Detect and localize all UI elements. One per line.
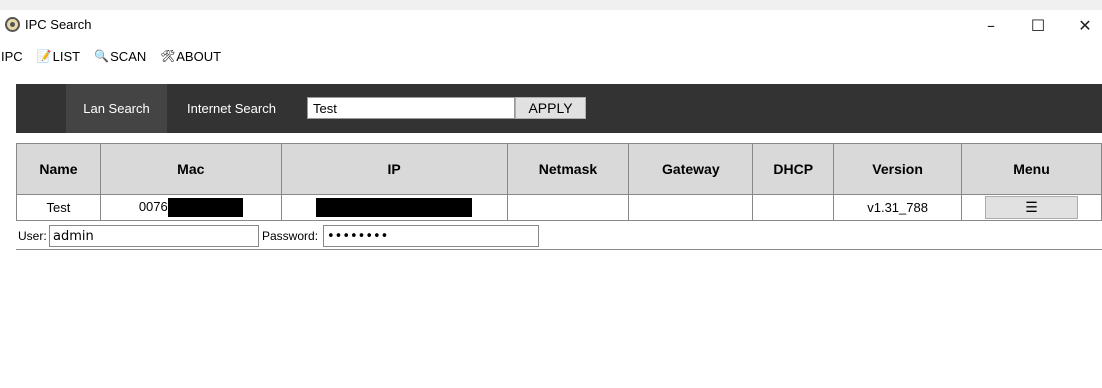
cell-name: Test — [16, 194, 101, 221]
cell-menu: ☰ — [961, 194, 1102, 221]
title-bar: IPC Search – ☐ ✕ — [0, 10, 1102, 40]
tools-icon: 🛠 — [160, 49, 176, 63]
table-header-row: Name Mac IP Netmask Gateway DHCP Version… — [16, 143, 1102, 195]
maximize-button[interactable]: ☐ — [1015, 10, 1061, 40]
apply-button[interactable]: APPLY — [515, 97, 586, 119]
menu-ipc[interactable]: IPC — [1, 49, 23, 64]
tab-lan-search[interactable]: Lan Search — [66, 84, 167, 133]
column-header-mac: Mac — [99, 143, 282, 195]
column-header-netmask: Netmask — [506, 143, 630, 195]
window-title: IPC Search — [25, 17, 92, 32]
mac-prefix: 0076 — [138, 198, 168, 214]
search-toolbar: Lan Search Internet Search APPLY — [16, 84, 1102, 133]
column-header-gateway: Gateway — [628, 143, 754, 195]
tab-internet-search-label: Internet Search — [187, 101, 276, 116]
column-header-version: Version — [833, 143, 963, 195]
app-icon — [5, 17, 20, 32]
menu-about-label: ABOUT — [176, 48, 222, 64]
column-header-menu: Menu — [961, 143, 1102, 195]
list-icon: 📝 — [36, 49, 52, 63]
close-button[interactable]: ✕ — [1062, 10, 1102, 40]
column-header-name: Name — [16, 143, 101, 195]
menu-scan-label: SCAN — [110, 48, 147, 64]
column-header-dhcp: DHCP — [752, 143, 835, 195]
cell-netmask — [506, 194, 630, 221]
tab-internet-search[interactable]: Internet Search — [174, 84, 289, 133]
password-label: Password: — [262, 229, 319, 243]
menu-list[interactable]: 📝 LIST — [37, 49, 80, 64]
cell-mac: 0076 — [99, 194, 282, 221]
minimize-button[interactable]: – — [968, 10, 1014, 40]
search-icon: 🔍 — [94, 49, 110, 63]
redacted-mac — [167, 198, 243, 217]
cell-dhcp — [752, 194, 835, 221]
table-row[interactable]: Test 0076 v1.31_788 ☰ — [16, 194, 1102, 221]
cell-gateway — [628, 194, 754, 221]
cell-ip — [280, 194, 508, 221]
user-input[interactable]: admin — [49, 225, 259, 247]
search-input[interactable] — [307, 97, 515, 119]
column-header-ip: IP — [280, 143, 508, 195]
menu-about[interactable]: 🛠 ABOUT — [160, 49, 221, 64]
menu-scan[interactable]: 🔍 SCAN — [94, 49, 146, 64]
menu-ipc-label: IPC — [1, 48, 23, 64]
cell-version: v1.31_788 — [833, 194, 963, 221]
password-input[interactable]: •••••••• — [323, 225, 539, 247]
row-menu-button[interactable]: ☰ — [985, 196, 1079, 219]
user-label: User: — [18, 229, 47, 243]
tab-lan-search-label: Lan Search — [83, 101, 150, 116]
redacted-ip — [316, 198, 473, 217]
menu-bar: IPC 📝 LIST 🔍 SCAN 🛠 ABOUT — [0, 46, 235, 66]
credentials-row: User: admin Password: •••••••• — [16, 222, 1102, 250]
hamburger-icon: ☰ — [1025, 199, 1038, 215]
device-table: Name Mac IP Netmask Gateway DHCP Version… — [16, 143, 1102, 221]
ipc-search-window: IPC Search – ☐ ✕ IPC 📝 LIST 🔍 SCAN 🛠 ABO… — [0, 10, 1102, 388]
menu-list-label: LIST — [52, 48, 81, 64]
